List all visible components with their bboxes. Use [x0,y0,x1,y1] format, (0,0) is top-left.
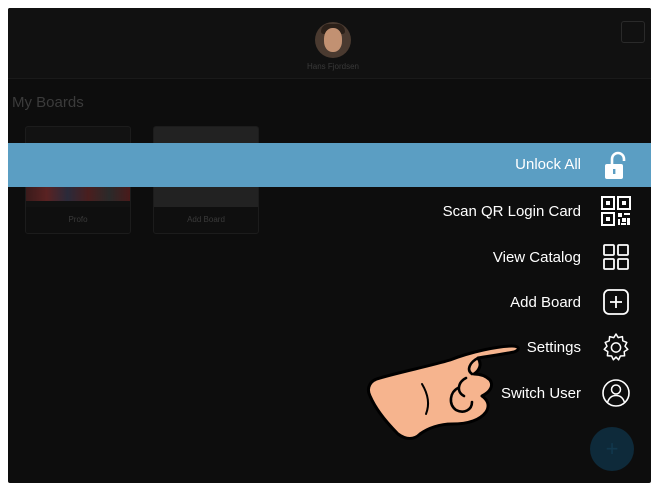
menu-item-label: Add Board [510,294,581,311]
menu-item-scan-qr[interactable]: Scan QR Login Card [8,190,651,234]
menu-item-unlock-all[interactable]: Unlock All [8,143,651,187]
avatar[interactable] [315,22,351,58]
menu-item-label: View Catalog [492,249,581,266]
menu-item-add-board[interactable]: Add Board [8,281,651,325]
menu-item-label: Unlock All [515,156,581,173]
menu-item-switch-user[interactable]: Switch User [8,372,651,416]
menu-item-settings[interactable]: Settings [8,326,651,370]
gear-icon [603,333,629,361]
menu-item-label: Scan QR Login Card [442,203,581,220]
avatar-face [324,28,342,52]
plus-box-icon [603,289,629,315]
fab-plus-icon: + [605,436,619,461]
menu-item-label: Settings [526,339,581,356]
menu-item-view-catalog[interactable]: View Catalog [8,236,651,280]
qr-code-icon [601,196,631,226]
grid-icon [603,244,629,270]
unlock-icon [605,151,626,179]
user-circle-icon [602,379,630,407]
app-frame: Hans Fjordsen My Boards Profo Add Board … [8,8,651,483]
menu-item-label: Switch User [500,385,581,402]
app-header: Hans Fjordsen [8,8,651,79]
username: Hans Fjordsen [306,62,360,71]
section-title: My Boards [12,94,84,111]
window-icon[interactable] [621,21,645,43]
